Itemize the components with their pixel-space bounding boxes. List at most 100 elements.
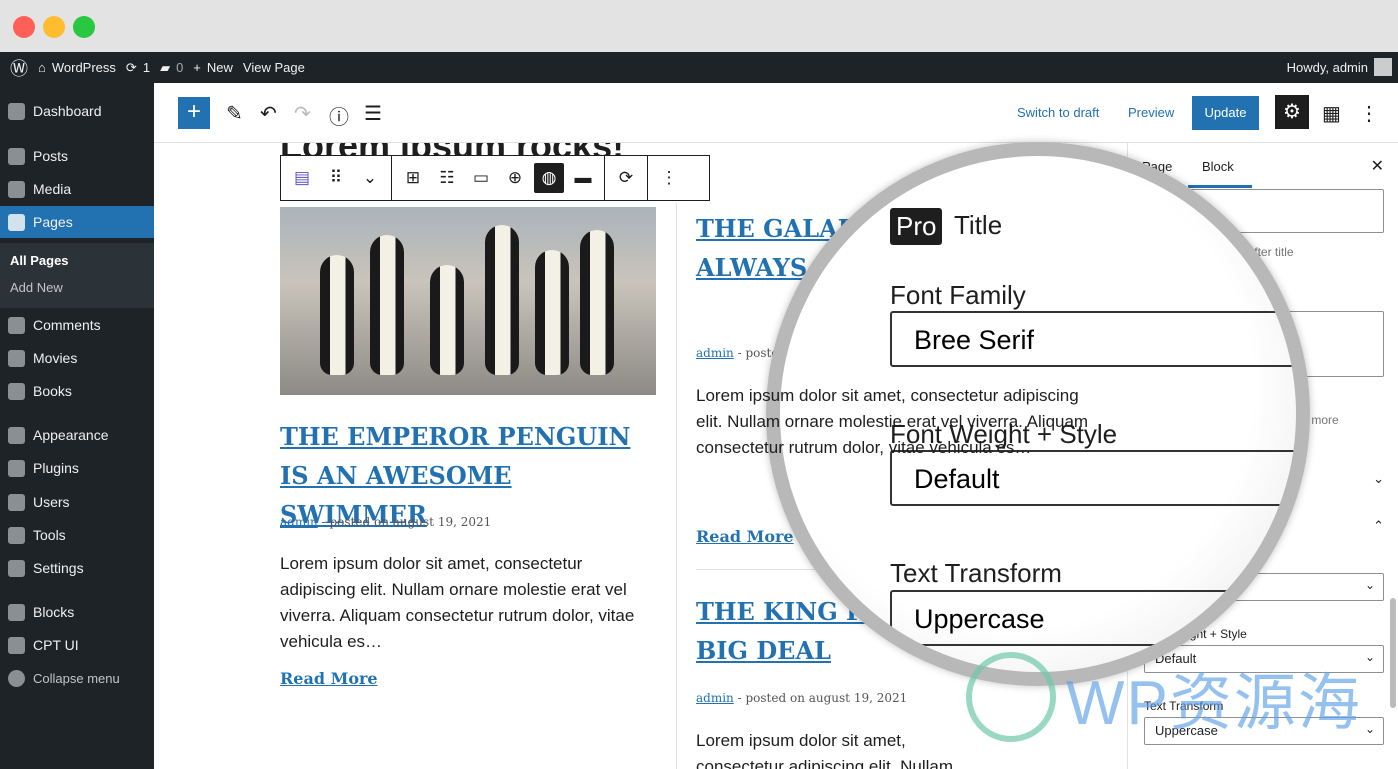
pro-badge: Pro [890, 208, 943, 245]
font-family-input[interactable]: Bree Serif [890, 311, 1296, 367]
info-icon[interactable]: ⓘ [329, 101, 349, 130]
minimize-window-button[interactable] [43, 16, 65, 38]
globe-icon[interactable]: ◍ [534, 163, 564, 193]
table-layout-icon[interactable]: ▬ [568, 163, 598, 193]
home-icon: ⌂ [38, 60, 46, 75]
sidebar-item-tools[interactable]: Tools [0, 519, 154, 551]
post-meta: admin - posted on august 19, 2021 [696, 691, 908, 705]
chevron-down-icon[interactable]: ⌄ [1373, 471, 1384, 487]
blocks-icon [8, 603, 25, 621]
new-link[interactable]: + New [193, 60, 233, 75]
wrench-icon [8, 526, 25, 544]
comments-icon [8, 316, 25, 334]
masonry-icon[interactable]: ⊕ [500, 163, 530, 193]
admin-bar: Ⓦ ⌂ WordPress ⟳ 1 ▰ 0 + New View Page How… [0, 52, 1398, 83]
site-link[interactable]: ⌂ WordPress [38, 60, 116, 75]
view-page-link[interactable]: View Page [243, 60, 305, 75]
post-excerpt: Lorem ipsum dolor sit amet, consectetur … [280, 554, 635, 651]
admin-sidebar: Dashboard Posts Media Pages All Pages Ad… [0, 83, 154, 769]
post-meta: admin - posted on august 19, 2021 [280, 515, 492, 529]
penguin [535, 250, 569, 375]
pages-submenu: All Pages Add New [0, 243, 154, 308]
pin-icon [8, 349, 25, 367]
watermark-text: WP资源海 [1066, 669, 1362, 738]
sidebar-item-media[interactable]: Media [0, 173, 154, 205]
pencil-icon[interactable]: ✎ [226, 101, 243, 126]
sidebar-item-pages[interactable]: Pages [0, 206, 154, 238]
panel-scrollbar[interactable] [1390, 598, 1396, 708]
grid-layout-icon[interactable]: ⊞ [398, 163, 428, 193]
sidebar-item-cpt-ui[interactable]: CPT UI [0, 629, 154, 661]
sidebar-item-settings[interactable]: Settings [0, 552, 154, 584]
author-link[interactable]: admin [280, 515, 318, 529]
grid-icon [8, 636, 25, 654]
author-link[interactable]: admin [696, 346, 734, 360]
post-excerpt: Lorem ipsum dolor sit amet, consectetur … [696, 731, 954, 769]
chevron-up-icon[interactable]: ⌃ [1373, 518, 1384, 534]
collapse-icon [8, 669, 25, 687]
howdy-link[interactable]: Howdy, admin [1287, 60, 1368, 75]
window-titlebar [0, 0, 1398, 52]
collapse-menu-button[interactable]: Collapse menu [0, 662, 154, 694]
updates-link[interactable]: ⟳ 1 [126, 60, 150, 76]
brush-icon [8, 426, 25, 444]
settings-gear-icon[interactable]: ⚙ [1275, 95, 1309, 129]
undo-icon[interactable]: ↶ [260, 101, 277, 126]
block-type-icon[interactable]: ▤ [287, 163, 317, 193]
sidebar-item-blocks[interactable]: Blocks [0, 596, 154, 628]
zoom-window-button[interactable] [73, 16, 95, 38]
list-view-icon[interactable]: ☰ [364, 101, 382, 126]
dashboard-icon [8, 102, 25, 120]
comments-link[interactable]: ▰ 0 [160, 60, 183, 76]
pages-icon [8, 213, 25, 231]
submenu-add-new[interactable]: Add New [0, 272, 154, 299]
penguin [320, 255, 354, 375]
penguin [370, 235, 404, 375]
author-link[interactable]: admin [696, 691, 734, 705]
move-up-down-icon[interactable]: ⌄ [355, 163, 385, 193]
close-window-button[interactable] [13, 16, 35, 38]
redo-icon[interactable]: ↷ [294, 101, 311, 126]
text-transform-select[interactable]: Uppercase [890, 590, 1296, 646]
avatar[interactable] [1374, 58, 1392, 76]
penguin [430, 265, 464, 375]
sidebar-item-books[interactable]: Books [0, 375, 154, 407]
plugin-icon [8, 459, 25, 477]
wordpress-logo-icon[interactable]: Ⓦ [10, 55, 28, 81]
switch-to-draft-button[interactable]: Switch to draft [1017, 105, 1099, 120]
close-panel-icon[interactable]: ✕ [1371, 156, 1384, 176]
penguin [580, 230, 614, 375]
carousel-icon[interactable]: ▭ [466, 163, 496, 193]
more-options-icon[interactable]: ⋮ [1359, 101, 1379, 126]
sidebar-item-appearance[interactable]: Appearance [0, 419, 154, 451]
text-transform-label: Text Transform [890, 558, 1062, 588]
preview-button[interactable]: Preview [1128, 105, 1174, 120]
pin-icon [8, 147, 25, 165]
sidebar-item-posts[interactable]: Posts [0, 140, 154, 172]
sidebar-item-plugins[interactable]: Plugins [0, 452, 154, 484]
sidebar-item-movies[interactable]: Movies [0, 342, 154, 374]
read-more-link[interactable]: Read More [280, 669, 378, 688]
drag-handle-icon[interactable]: ⠿ [321, 163, 351, 193]
layout-icon[interactable]: ▦ [1322, 101, 1341, 126]
settings-icon [8, 559, 25, 577]
sidebar-item-dashboard[interactable]: Dashboard [0, 95, 154, 127]
sidebar-item-comments[interactable]: Comments [0, 309, 154, 341]
update-button[interactable]: Update [1192, 96, 1259, 130]
chevron-down-icon: ⌄ [1364, 578, 1375, 592]
submenu-all-pages[interactable]: All Pages [0, 243, 154, 272]
read-more-link[interactable]: Read More [696, 527, 794, 546]
pin-icon [8, 382, 25, 400]
column-divider [676, 203, 677, 769]
list-layout-icon[interactable]: ☷ [432, 163, 462, 193]
sidebar-item-users[interactable]: Users [0, 486, 154, 518]
active-tab-indicator [1188, 185, 1252, 188]
add-block-button[interactable]: + [178, 97, 210, 129]
penguins-image [280, 207, 656, 395]
chevron-down-icon: ⌄ [1364, 650, 1375, 664]
block-toolbar: ▤ ⠿ ⌄ ⊞ ☷ ▭ ⊕ ◍ ▬ ⟳ ⋮ [280, 155, 710, 201]
more-options-icon[interactable]: ⋮ [654, 163, 684, 193]
refresh-icon[interactable]: ⟳ [611, 163, 641, 193]
magnified-title: Title [954, 210, 1003, 240]
tab-block[interactable]: Block [1202, 159, 1234, 174]
